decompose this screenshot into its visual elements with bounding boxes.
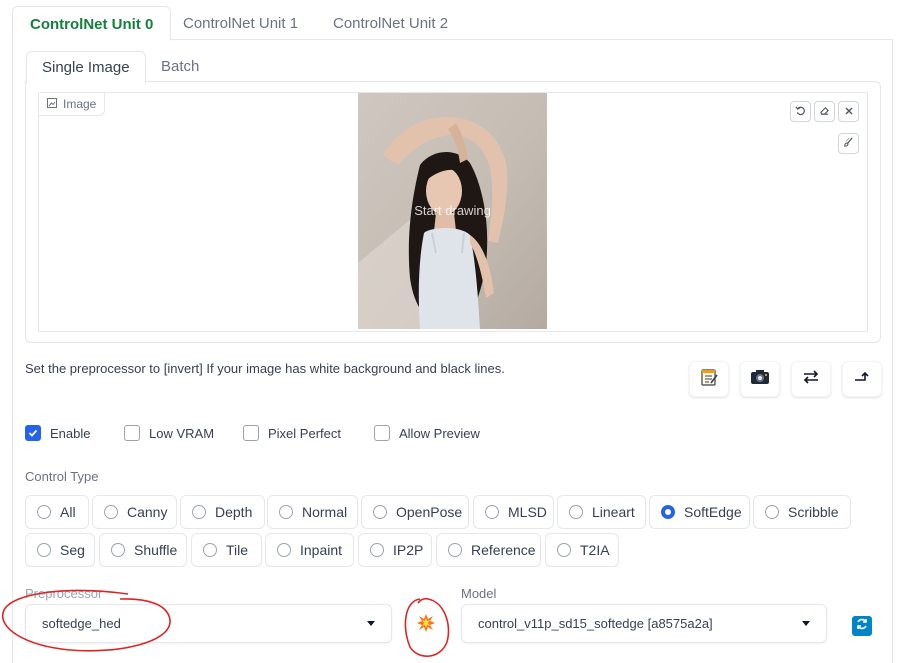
- control-type-normal[interactable]: Normal: [267, 495, 358, 529]
- control-type-option-label: Scribble: [788, 504, 839, 520]
- control-type-option-label: MLSD: [508, 504, 547, 520]
- control-type-t2ia[interactable]: T2IA: [545, 533, 619, 567]
- brush-button[interactable]: [838, 133, 859, 154]
- image-label: Image: [39, 93, 106, 116]
- control-type-option-label: Lineart: [592, 504, 635, 520]
- control-type-option-label: SoftEdge: [684, 504, 742, 520]
- pixel-perfect-checkbox[interactable]: Pixel Perfect: [243, 425, 341, 441]
- eraser-icon: [819, 103, 830, 121]
- low-vram-label: Low VRAM: [149, 425, 215, 441]
- control-type-option-label: Depth: [215, 504, 253, 520]
- checkbox-unchecked[interactable]: [374, 425, 390, 441]
- webcam-button[interactable]: [740, 361, 780, 397]
- mirror-webcam-button[interactable]: [791, 361, 831, 397]
- control-type-mlsd[interactable]: MLSD: [473, 495, 554, 529]
- control-type-shuffle[interactable]: Shuffle: [99, 533, 187, 567]
- control-type-option-label: All: [60, 504, 76, 520]
- enable-label: Enable: [50, 425, 91, 441]
- canvas-overlay-text: Start drawing: [414, 203, 491, 218]
- radio-dot[interactable]: [277, 543, 291, 557]
- radio-dot[interactable]: [569, 505, 583, 519]
- model-label: Model: [461, 586, 497, 601]
- control-type-option-label: Normal: [302, 504, 348, 520]
- low-vram-checkbox[interactable]: Low VRAM: [124, 425, 214, 441]
- control-type-option-label: OpenPose: [396, 504, 463, 520]
- send-up-arrow-icon: [853, 369, 871, 390]
- control-type-reference[interactable]: Reference: [436, 533, 541, 567]
- control-type-scribble[interactable]: Scribble: [753, 495, 851, 529]
- control-type-seg[interactable]: Seg: [25, 533, 95, 567]
- red-annotation-circles: [1, 589, 450, 657]
- radio-dot[interactable]: [765, 505, 779, 519]
- checkbox-unchecked[interactable]: [124, 425, 140, 441]
- control-type-ip2p[interactable]: IP2P: [358, 533, 432, 567]
- open-editor-button[interactable]: [689, 361, 729, 397]
- control-type-option-label: T2IA: [580, 542, 610, 558]
- swap-arrows-icon: [802, 369, 820, 390]
- undo-button[interactable]: [790, 101, 811, 122]
- radio-dot[interactable]: [37, 505, 51, 519]
- tab-controlnet-unit-1[interactable]: ControlNet Unit 1: [166, 6, 315, 39]
- tab-controlnet-unit-0[interactable]: ControlNet Unit 0: [12, 6, 172, 41]
- refresh-models-button[interactable]: [852, 616, 872, 636]
- checkbox-checked[interactable]: [25, 425, 41, 441]
- image-label-text: Image: [63, 97, 97, 111]
- radio-dot[interactable]: [373, 505, 387, 519]
- control-type-option-label: IP2P: [393, 542, 424, 558]
- enable-checkbox[interactable]: Enable: [25, 425, 90, 441]
- model-select[interactable]: control_v11p_sd15_softedge [a8575a2a]: [461, 604, 827, 643]
- eraser-button[interactable]: [814, 101, 835, 122]
- send-dimensions-button[interactable]: [842, 361, 882, 397]
- control-type-option-label: Inpaint: [300, 542, 343, 558]
- allow-preview-checkbox[interactable]: Allow Preview: [374, 425, 480, 441]
- model-value: control_v11p_sd15_softedge [a8575a2a]: [478, 616, 713, 631]
- tab-single-image[interactable]: Single Image: [26, 51, 146, 84]
- undo-icon: [795, 103, 806, 121]
- control-type-label: Control Type: [25, 469, 99, 484]
- control-type-lineart[interactable]: Lineart: [557, 495, 646, 529]
- radio-dot[interactable]: [111, 543, 125, 557]
- radio-dot[interactable]: [192, 505, 206, 519]
- radio-dot[interactable]: [203, 543, 217, 557]
- refresh-icon: [855, 617, 869, 636]
- tab-batch[interactable]: Batch: [146, 51, 214, 82]
- radio-dot[interactable]: [448, 543, 462, 557]
- unit-tabs: ControlNet Unit 0 ControlNet Unit 1 Cont…: [12, 6, 892, 41]
- camera-icon: [750, 368, 770, 391]
- radio-dot[interactable]: [104, 505, 118, 519]
- control-type-option-label: Tile: [226, 542, 249, 558]
- tab-controlnet-unit-2[interactable]: ControlNet Unit 2: [316, 6, 465, 39]
- control-type-tile[interactable]: Tile: [191, 533, 262, 567]
- control-type-option-label: Canny: [127, 504, 168, 520]
- control-type-option-label: Seg: [60, 542, 85, 558]
- radio-dot[interactable]: [37, 543, 51, 557]
- radio-dot-selected[interactable]: [661, 505, 675, 519]
- preprocessor-hint: Set the preprocessor to [invert] If your…: [25, 361, 505, 376]
- radio-dot[interactable]: [279, 505, 293, 519]
- checkbox-unchecked[interactable]: [243, 425, 259, 441]
- radio-dot[interactable]: [370, 543, 384, 557]
- radio-dot[interactable]: [485, 505, 499, 519]
- control-type-depth[interactable]: Depth: [180, 495, 265, 529]
- control-type-softedge[interactable]: SoftEdge: [649, 495, 750, 529]
- control-type-all[interactable]: All: [25, 495, 89, 529]
- control-type-openpose[interactable]: OpenPose: [361, 495, 469, 529]
- allow-preview-label: Allow Preview: [399, 425, 480, 441]
- image-icon: [47, 93, 57, 115]
- close-button[interactable]: [838, 101, 859, 122]
- close-icon: [844, 103, 854, 121]
- chevron-down-icon: [802, 621, 810, 626]
- brush-icon: [843, 135, 854, 153]
- notepad-icon: [699, 367, 719, 392]
- radio-dot[interactable]: [557, 543, 571, 557]
- control-type-inpaint[interactable]: Inpaint: [265, 533, 354, 567]
- control-type-canny[interactable]: Canny: [92, 495, 177, 529]
- control-type-option-label: Shuffle: [134, 542, 178, 558]
- pixel-perfect-label: Pixel Perfect: [268, 425, 341, 441]
- control-type-option-label: Reference: [471, 542, 536, 558]
